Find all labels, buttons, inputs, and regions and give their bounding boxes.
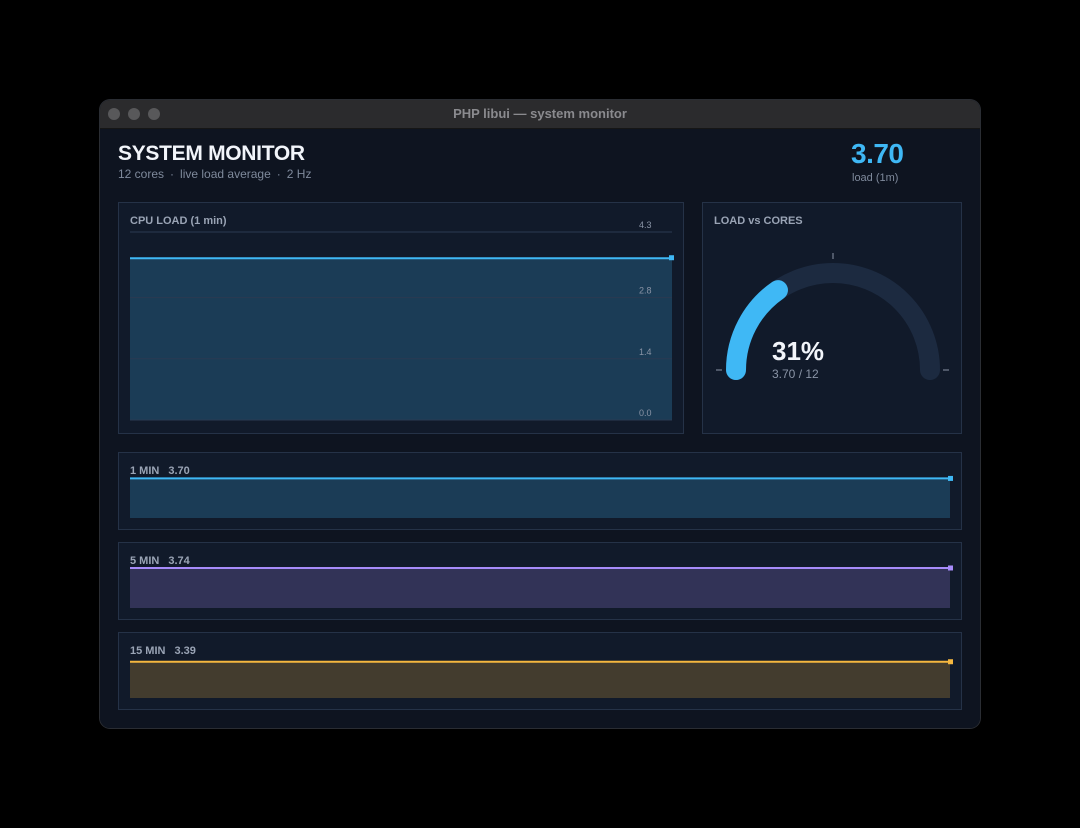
- window-title: PHP libui — system monitor: [453, 106, 627, 121]
- gauge-percent: 31%: [772, 336, 825, 366]
- cpu-load-marker: [669, 255, 674, 261]
- cpu-load-area: [130, 258, 672, 420]
- current-load-value: 3.70: [851, 138, 904, 169]
- refresh-rate: 2 Hz: [286, 167, 312, 181]
- cpu-load-chart: 4.3 2.8 1.4 0.0: [130, 220, 674, 421]
- load-1min-panel: 1 MIN 3.70: [118, 452, 962, 530]
- y-tick-label: 1.4: [639, 347, 652, 357]
- sparkline-area: [130, 661, 950, 698]
- page-title: SYSTEM MONITOR: [118, 142, 305, 165]
- sparkline-area: [130, 567, 950, 608]
- app-window: PHP libui — system monitor SYSTEM MONITO…: [100, 100, 980, 728]
- sparkline-area: [130, 478, 950, 518]
- load-15min-panel: 15 MIN 3.39: [118, 632, 962, 710]
- load-mode: live load average: [180, 167, 271, 181]
- monitor-content: SYSTEM MONITOR 12 cores · live load averag…: [100, 129, 980, 728]
- load-vs-cores-panel: LOAD vs CORES 31% 3.70 / 12: [702, 202, 962, 434]
- sparkline-marker: [948, 659, 953, 665]
- sparkline-marker: [948, 475, 953, 481]
- current-load-label: load (1m): [852, 172, 899, 184]
- load-1min-sparkline: [130, 475, 953, 518]
- load-15min-sparkline: [130, 659, 953, 698]
- cpu-load-panel: CPU LOAD (1 min) 4.3 2.8 1.4 0.0: [118, 202, 684, 434]
- load-gauge: [716, 253, 949, 380]
- y-tick-label: 2.8: [639, 286, 652, 296]
- cores-count: 12 cores: [118, 167, 165, 181]
- sparkline-marker: [948, 565, 953, 571]
- gauge-ratio: 3.70 / 12: [772, 367, 819, 381]
- y-tick-label: 0.0: [639, 408, 652, 418]
- y-tick-label: 4.3: [639, 220, 652, 230]
- load-5min-sparkline: [130, 565, 953, 608]
- title-bar[interactable]: PHP libui — system monitor: [100, 100, 980, 129]
- subtitle: 12 cores · live load average · 2 Hz: [118, 167, 312, 181]
- load-5min-panel: 5 MIN 3.74: [118, 542, 962, 620]
